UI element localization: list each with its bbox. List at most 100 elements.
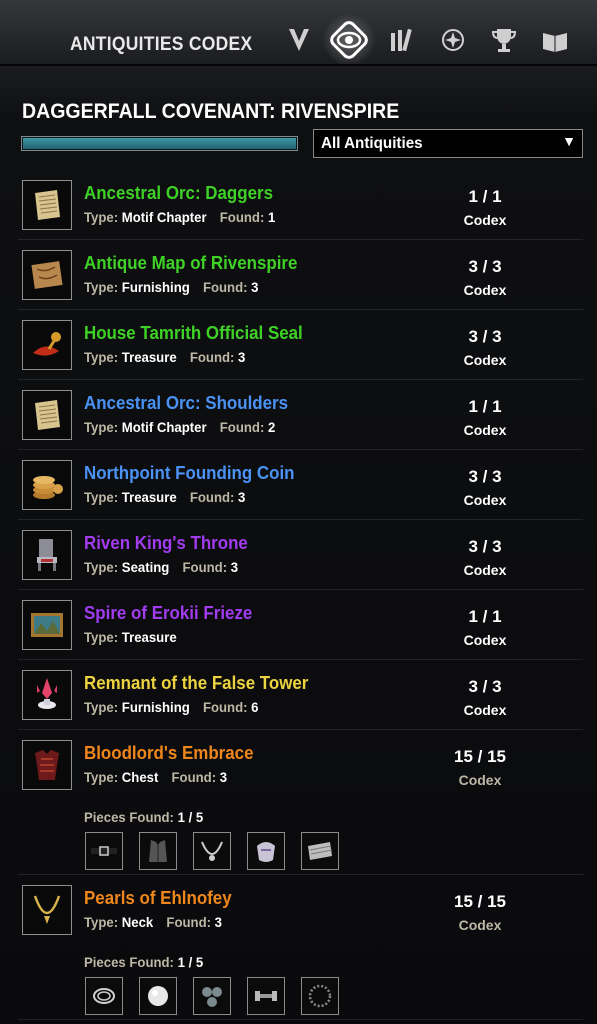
found-value: 1 (267, 209, 276, 225)
found-value: 3 (230, 559, 239, 575)
necklace-icon[interactable] (22, 885, 72, 935)
header-divider (0, 64, 597, 66)
found-label: Found: (189, 349, 235, 365)
antiquity-name: Ancestral Orc: Daggers (84, 183, 274, 203)
antiquity-row[interactable]: Spire of Erokii Frieze Type: Treasure 1 / … (0, 590, 597, 660)
found-label: Found: (182, 559, 228, 575)
pearl-piece-icon[interactable] (139, 977, 177, 1015)
map-icon[interactable] (22, 250, 72, 300)
antiquity-row[interactable]: House Tamrith Official Seal Type: Treasur… (0, 310, 597, 380)
row-divider (18, 1019, 583, 1020)
antiquity-row[interactable]: Riven King's Throne Type: Seating Found: 3… (0, 520, 597, 590)
codex-label[interactable]: Codex (440, 917, 520, 933)
clasp-piece-icon[interactable] (247, 977, 285, 1015)
lore-library-icon[interactable] (538, 22, 572, 58)
vest-piece-icon[interactable] (139, 832, 177, 870)
found-value: 3 (251, 279, 259, 295)
antiquity-row[interactable]: Remnant of the False Tower Type: Furnishi… (0, 660, 597, 730)
antiquity-filter-dropdown[interactable]: All Antiquities ▼ (313, 129, 583, 158)
codex-label[interactable]: Codex (445, 282, 525, 298)
antiquity-count: 3 / 3 (468, 327, 502, 346)
pauldron-piece-icon[interactable] (247, 832, 285, 870)
codex-label[interactable]: Codex (440, 772, 520, 788)
antiquity-meta: Type: Seating Found: 3 (84, 559, 251, 575)
painting-icon[interactable] (22, 600, 72, 650)
type-label: Type: (84, 769, 119, 785)
pieces-found-value: 1 / 5 (177, 809, 204, 825)
antiquities-codex-icon[interactable] (323, 14, 375, 66)
antiquity-row[interactable]: Ancestral Orc: Daggers Type: Motif Chapte… (0, 170, 597, 240)
antiquity-meta: Type: Treasure Found: 3 (84, 349, 259, 365)
pieces-found: Pieces Found: 1 / 5 (84, 954, 203, 970)
antiquity-count: 15 / 15 (454, 747, 506, 766)
antiquity-count: 3 / 3 (468, 257, 502, 276)
antiquity-name: Remnant of the False Tower (84, 673, 309, 693)
antiquity-meta: Type: Treasure Found: 3 (84, 489, 259, 505)
belt-piece-icon[interactable] (85, 832, 123, 870)
type-value: Treasure (121, 349, 177, 365)
throne-icon[interactable] (22, 530, 72, 580)
antiquity-name: Ancestral Orc: Shoulders (84, 393, 289, 413)
armor-chest-icon[interactable] (22, 740, 72, 790)
type-label: Type: (84, 209, 119, 225)
header-bar: ANTIQUITIES CODEX (0, 0, 597, 90)
antiquity-name: Bloodlord's Embrace (84, 743, 254, 763)
antiquity-row[interactable]: Ancestral Orc: Shoulders Type: Motif Chap… (0, 380, 597, 450)
found-label: Found: (219, 209, 265, 225)
filter-selected-value: All Antiquities (321, 135, 423, 152)
antiquity-count: 1 / 1 (468, 187, 502, 206)
found-label: Found: (202, 699, 248, 715)
type-value: Chest (121, 769, 159, 785)
collections-icon[interactable] (385, 22, 419, 58)
pieces-found-label: Pieces Found: (84, 954, 174, 970)
antiquity-count: 15 / 15 (454, 892, 506, 911)
codex-label[interactable]: Codex (445, 702, 525, 718)
antiquity-row[interactable]: Bloodlord's Embrace Type: Chest Found: 3 15… (0, 730, 597, 875)
type-label: Type: (84, 489, 119, 505)
type-label: Type: (84, 349, 119, 365)
ring-piece-icon[interactable] (301, 977, 339, 1015)
antiquity-count: 1 / 1 (468, 607, 502, 626)
motif-scroll-icon[interactable] (22, 180, 72, 230)
antiquity-name: Pearls of Ehlnofey (84, 888, 232, 908)
found-label: Found: (219, 419, 265, 435)
type-value: Motif Chapter (121, 419, 207, 435)
type-value: Motif Chapter (121, 209, 207, 225)
chain-piece-icon[interactable] (85, 977, 123, 1015)
codex-label[interactable]: Codex (445, 352, 525, 368)
antiquity-row[interactable]: Northpoint Founding Coin Type: Treasure Fo… (0, 450, 597, 520)
cloth-piece-icon[interactable] (301, 832, 339, 870)
antiquity-count: 3 / 3 (468, 467, 502, 486)
codex-label[interactable]: Codex (445, 632, 525, 648)
type-label: Type: (84, 629, 119, 645)
necklace-piece-icon[interactable] (193, 832, 231, 870)
found-label: Found: (202, 279, 248, 295)
skills-icon[interactable] (282, 22, 316, 58)
type-value: Seating (121, 559, 170, 575)
type-value: Furnishing (121, 699, 190, 715)
codex-label[interactable]: Codex (445, 562, 525, 578)
zone-progress-bar (21, 136, 298, 151)
champion-icon[interactable] (436, 22, 470, 58)
crystal-tower-icon[interactable] (22, 670, 72, 720)
seal-icon[interactable] (22, 320, 72, 370)
codex-label[interactable]: Codex (445, 492, 525, 508)
found-value: 3 (214, 914, 222, 930)
achievements-icon[interactable] (487, 22, 521, 58)
antiquity-name: Northpoint Founding Coin (84, 463, 295, 483)
type-label: Type: (84, 699, 119, 715)
found-label: Found: (171, 769, 217, 785)
antiquity-name: Spire of Erokii Frieze (84, 603, 253, 623)
zone-title: DAGGERFALL COVENANT: RIVENSPIRE (22, 100, 400, 123)
pearls-piece-icon[interactable] (193, 977, 231, 1015)
coins-icon[interactable] (22, 460, 72, 510)
motif-scroll-icon[interactable] (22, 390, 72, 440)
type-value: Treasure (121, 629, 177, 645)
antiquity-count: 3 / 3 (468, 537, 502, 556)
antiquity-row[interactable]: Pearls of Ehlnofey Type: Neck Found: 3 15 /… (0, 875, 597, 1020)
antiquity-name: House Tamrith Official Seal (84, 323, 303, 343)
antiquity-row[interactable]: Antique Map of Rivenspire Type: Furnishin… (0, 240, 597, 310)
type-value: Neck (121, 914, 154, 930)
codex-label[interactable]: Codex (445, 422, 525, 438)
codex-label[interactable]: Codex (445, 212, 525, 228)
